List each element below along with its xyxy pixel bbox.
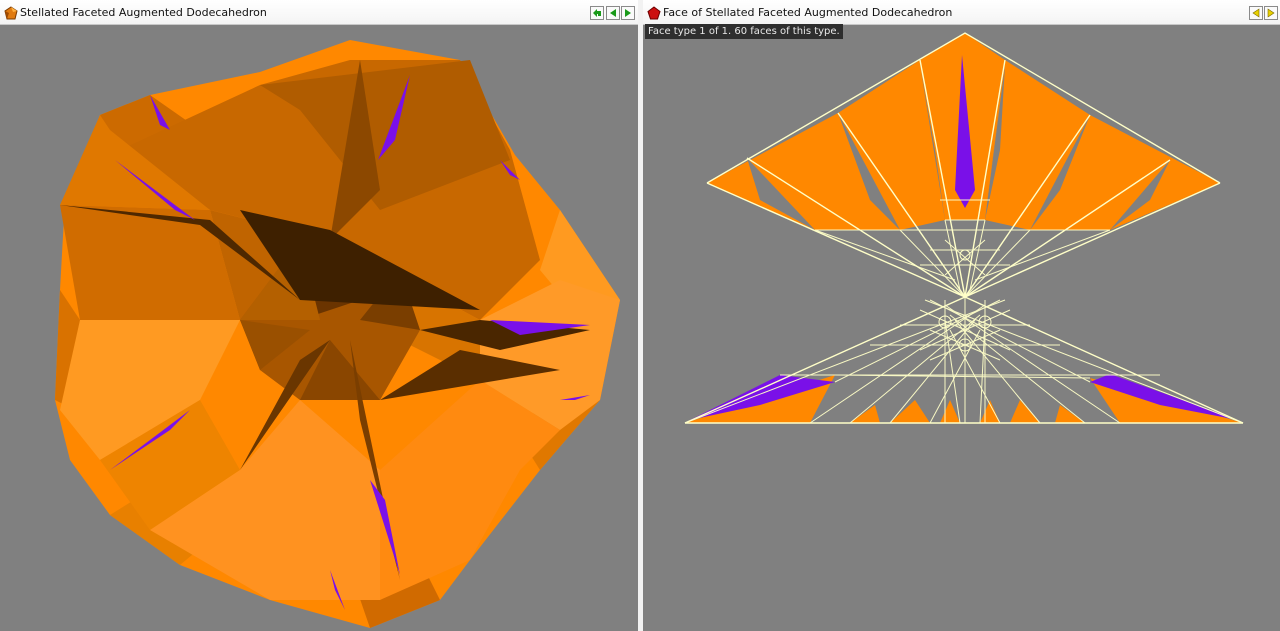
pentagon-icon <box>647 5 661 20</box>
face-next-button[interactable] <box>1264 6 1278 20</box>
polyhedron-3d-canvas[interactable] <box>0 25 638 631</box>
polyhedron-view-titlebar[interactable]: Stellated Faceted Augmented Dodecahedron <box>0 0 638 25</box>
next-arrow-icon <box>1265 7 1277 19</box>
next-button[interactable] <box>621 6 635 20</box>
face-view-window: Face of Stellated Faceted Augmented Dode… <box>643 0 1280 631</box>
polyhedron-view-title: Stellated Faceted Augmented Dodecahedron <box>20 6 267 19</box>
face-view-title: Face of Stellated Faceted Augmented Dode… <box>663 6 953 19</box>
face-view-titlebar[interactable]: Face of Stellated Faceted Augmented Dode… <box>643 0 1280 25</box>
face-previous-button[interactable] <box>1249 6 1263 20</box>
face-info-label: Face type 1 of 1. 60 faces of this type. <box>645 24 843 39</box>
face-diagram-canvas[interactable] <box>643 25 1280 631</box>
next-arrow-icon <box>622 7 634 19</box>
restore-button[interactable] <box>590 6 604 20</box>
previous-button[interactable] <box>606 6 620 20</box>
polyhedron-view-window: Stellated Faceted Augmented Dodecahedron <box>0 0 638 631</box>
polyhedron-app-icon <box>4 5 18 20</box>
restore-icon <box>591 7 603 19</box>
previous-arrow-icon <box>607 7 619 19</box>
previous-arrow-icon <box>1250 7 1262 19</box>
